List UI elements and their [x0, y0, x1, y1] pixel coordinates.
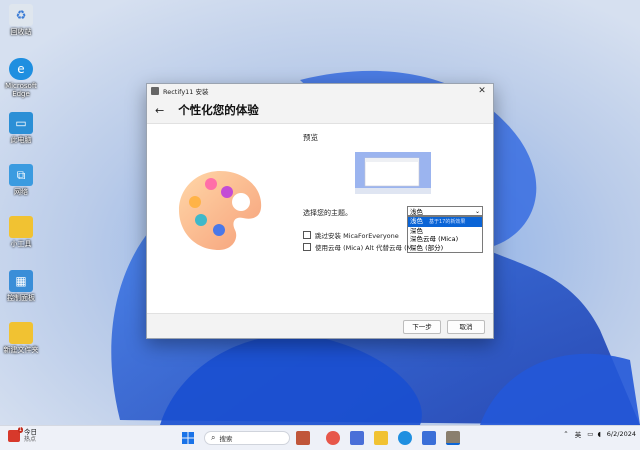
setup-dialog: Rectify11 安装 ✕ ← 个性化您的体验 预览 选择您的主题。 浅色 ⌄…	[146, 83, 494, 339]
start-button[interactable]	[181, 431, 195, 445]
widgets-button[interactable]: 1 今日 热点	[8, 427, 37, 443]
edge-icon: e	[9, 58, 33, 80]
option-label: 深色 (部分)	[410, 243, 444, 252]
checkbox-box[interactable]	[303, 231, 311, 239]
volume-icon[interactable]: ◖	[597, 430, 600, 438]
back-arrow-icon[interactable]: ←	[155, 104, 164, 117]
desktop-icon-network[interactable]: ⧉ 网络	[2, 164, 40, 196]
theme-option-dark-partial[interactable]: 深色 (部分)	[408, 244, 482, 253]
desktop-icon-label: 此电脑	[10, 136, 32, 144]
desktop-icon-control-panel[interactable]: ▦ 控制面板	[2, 270, 40, 302]
windows-logo-icon	[182, 432, 194, 444]
app-icon	[151, 86, 159, 95]
theme-select-value: 浅色	[410, 208, 423, 216]
close-button[interactable]: ✕	[471, 84, 493, 97]
theme-label: 选择您的主题。	[303, 209, 352, 217]
ime-indicator[interactable]: 英	[575, 429, 582, 439]
desktop-icon-label: 控制面板	[7, 294, 35, 302]
theme-preview-image	[355, 152, 431, 194]
taskbar: 1 今日 热点 ⌕ 搜索 ⌃ 英 ▭ ◖ 6/2/2024	[0, 425, 640, 450]
cancel-button[interactable]: 取消	[447, 320, 485, 334]
monitor-icon: ▭	[9, 112, 33, 134]
preview-label: 预览	[303, 133, 318, 142]
chevron-up-icon[interactable]: ⌃	[563, 430, 568, 438]
copilot-icon[interactable]	[326, 431, 340, 445]
network-icon: ⧉	[9, 164, 33, 186]
next-button[interactable]: 下一步	[403, 320, 441, 334]
control-panel-icon: ▦	[9, 270, 33, 292]
task-view-icon[interactable]	[350, 431, 364, 445]
desktop-icon-label: 新建文件夹	[3, 346, 39, 354]
taskbar-search[interactable]: ⌕ 搜索	[204, 431, 290, 445]
system-tray: ⌃ 英 ▭ ◖ 6/2/2024	[563, 429, 636, 439]
option-hint: 基于17的新效果	[429, 219, 466, 225]
option-label: 浅色	[410, 217, 423, 225]
date-text: 6/2/2024	[606, 430, 636, 438]
checkbox-label: 跳过安装 MicaForEveryone	[315, 232, 399, 240]
store-icon[interactable]	[422, 431, 436, 445]
desktop-icon-this-pc[interactable]: ▭ 此电脑	[2, 112, 40, 144]
recycle-bin-icon: ♻	[9, 4, 33, 26]
clock[interactable]: 6/2/2024	[607, 430, 636, 438]
theme-dropdown-list: 浅色 基于17的新效果 深色 深色云母 (Mica) 深色 (部分)	[407, 216, 483, 253]
theme-option-dark-mica[interactable]: 深色云母 (Mica)	[408, 235, 482, 244]
option-label: 深色	[410, 226, 423, 235]
desktop-icon-label: 回收站	[10, 28, 32, 36]
desktop-icon-edge[interactable]: e Microsoft Edge	[2, 58, 40, 98]
title-bar[interactable]: Rectify11 安装 ✕	[147, 84, 493, 97]
desktop-icon-label: 网络	[14, 188, 28, 196]
skip-micaforeveryone-checkbox[interactable]: 跳过安装 MicaForEveryone	[303, 230, 399, 240]
desktop-icon-recycle-bin[interactable]: ♻ 回收站	[2, 4, 40, 36]
use-mica-alt-checkbox[interactable]: 使用云母 (Mica) Alt 代替云母 (M	[303, 242, 412, 252]
taskbar-app-icon[interactable]	[296, 431, 310, 445]
dialog-footer: 下一步 取消	[147, 313, 493, 338]
desktop-icon-folder[interactable]: 小工具	[2, 216, 40, 248]
desktop-icon-label: 小工具	[10, 240, 32, 248]
folder-icon	[9, 322, 33, 344]
folder-icon	[9, 216, 33, 238]
file-explorer-icon[interactable]	[374, 431, 388, 445]
network-icon[interactable]: ▭	[587, 430, 593, 438]
edge-icon[interactable]	[398, 431, 412, 445]
window-title: Rectify11 安装	[163, 87, 209, 96]
checkbox-box[interactable]	[303, 243, 311, 251]
rectify11-setup-icon[interactable]	[446, 431, 460, 445]
widget-subtitle: 热点	[24, 436, 37, 443]
desktop-icon-label: Microsoft Edge	[5, 82, 37, 98]
theme-option-dark[interactable]: 深色	[408, 227, 482, 236]
checkbox-label: 使用云母 (Mica) Alt 代替云母 (M	[315, 244, 413, 252]
option-label: 深色云母 (Mica)	[410, 235, 459, 243]
page-title: 个性化您的体验	[178, 103, 259, 117]
dialog-content: 预览 选择您的主题。 浅色 ⌄ 浅色 基于17的新效果 深色 深色云母 (Mica…	[147, 124, 493, 302]
theme-option-light[interactable]: 浅色 基于17的新效果	[408, 217, 482, 227]
notification-badge: 1	[17, 427, 23, 433]
search-placeholder: 搜索	[219, 435, 233, 443]
dialog-header: ← 个性化您的体验	[147, 97, 493, 124]
news-icon: 1	[8, 427, 23, 442]
palette-icon	[179, 171, 262, 250]
theme-select[interactable]: 浅色 ⌄	[407, 206, 483, 216]
desktop-icon-new-folder[interactable]: 新建文件夹	[2, 322, 40, 354]
widget-title: 今日	[24, 428, 37, 436]
search-icon: ⌕	[211, 433, 216, 442]
close-icon: ✕	[478, 85, 486, 96]
